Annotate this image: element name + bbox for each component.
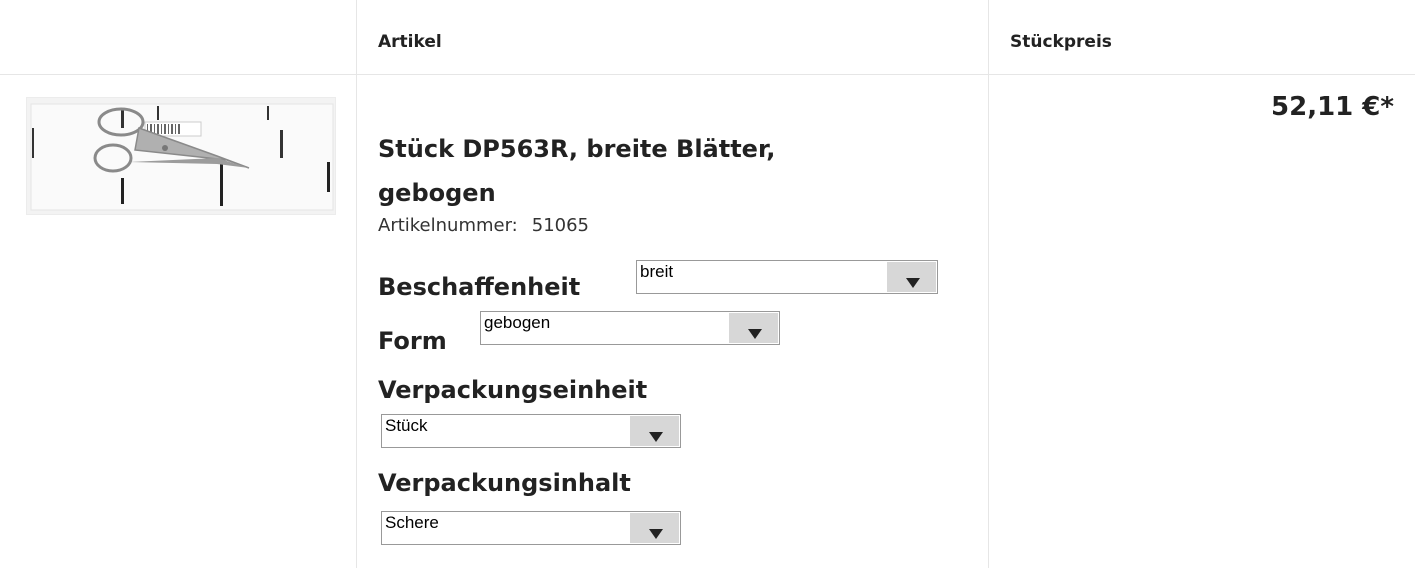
product-image[interactable]	[26, 97, 336, 215]
article-number: Artikelnummer: 51065	[378, 215, 589, 236]
verpackungseinheit-select-value: Stück	[385, 416, 428, 435]
form-select-value: gebogen	[484, 313, 551, 332]
column-header-preis: Stückpreis	[1010, 32, 1112, 52]
beschaffenheit-label: Beschaffenheit	[378, 273, 581, 301]
column-divider	[356, 0, 357, 568]
article-number-value: 51065	[531, 215, 590, 236]
verpackungseinheit-label: Verpackungseinheit	[378, 376, 648, 404]
article-number-label: Artikelnummer:	[378, 215, 518, 236]
beschaffenheit-select[interactable]: breit	[636, 260, 938, 294]
table-header-row	[0, 0, 1415, 75]
chevron-down-icon	[887, 262, 936, 292]
column-divider	[988, 0, 989, 568]
product-title[interactable]: Stück DP563R, breite Blätter, gebogen	[378, 127, 898, 215]
verpackungsinhalt-select[interactable]: Schere	[381, 511, 681, 545]
unit-price: 52,11 €*	[1271, 92, 1394, 122]
chevron-down-icon	[729, 313, 778, 343]
beschaffenheit-select-value: breit	[640, 262, 674, 281]
form-select[interactable]: gebogen	[480, 311, 780, 345]
verpackungseinheit-select[interactable]: Stück	[381, 414, 681, 448]
chevron-down-icon	[630, 416, 679, 446]
form-label: Form	[378, 327, 447, 355]
column-header-artikel: Artikel	[378, 32, 442, 52]
chevron-down-icon	[630, 513, 679, 543]
verpackungsinhalt-select-value: Schere	[385, 513, 439, 532]
verpackungsinhalt-label: Verpackungsinhalt	[378, 469, 631, 497]
cart-table: Artikel Stückpreis Stück DP563R, breite …	[0, 0, 1415, 568]
